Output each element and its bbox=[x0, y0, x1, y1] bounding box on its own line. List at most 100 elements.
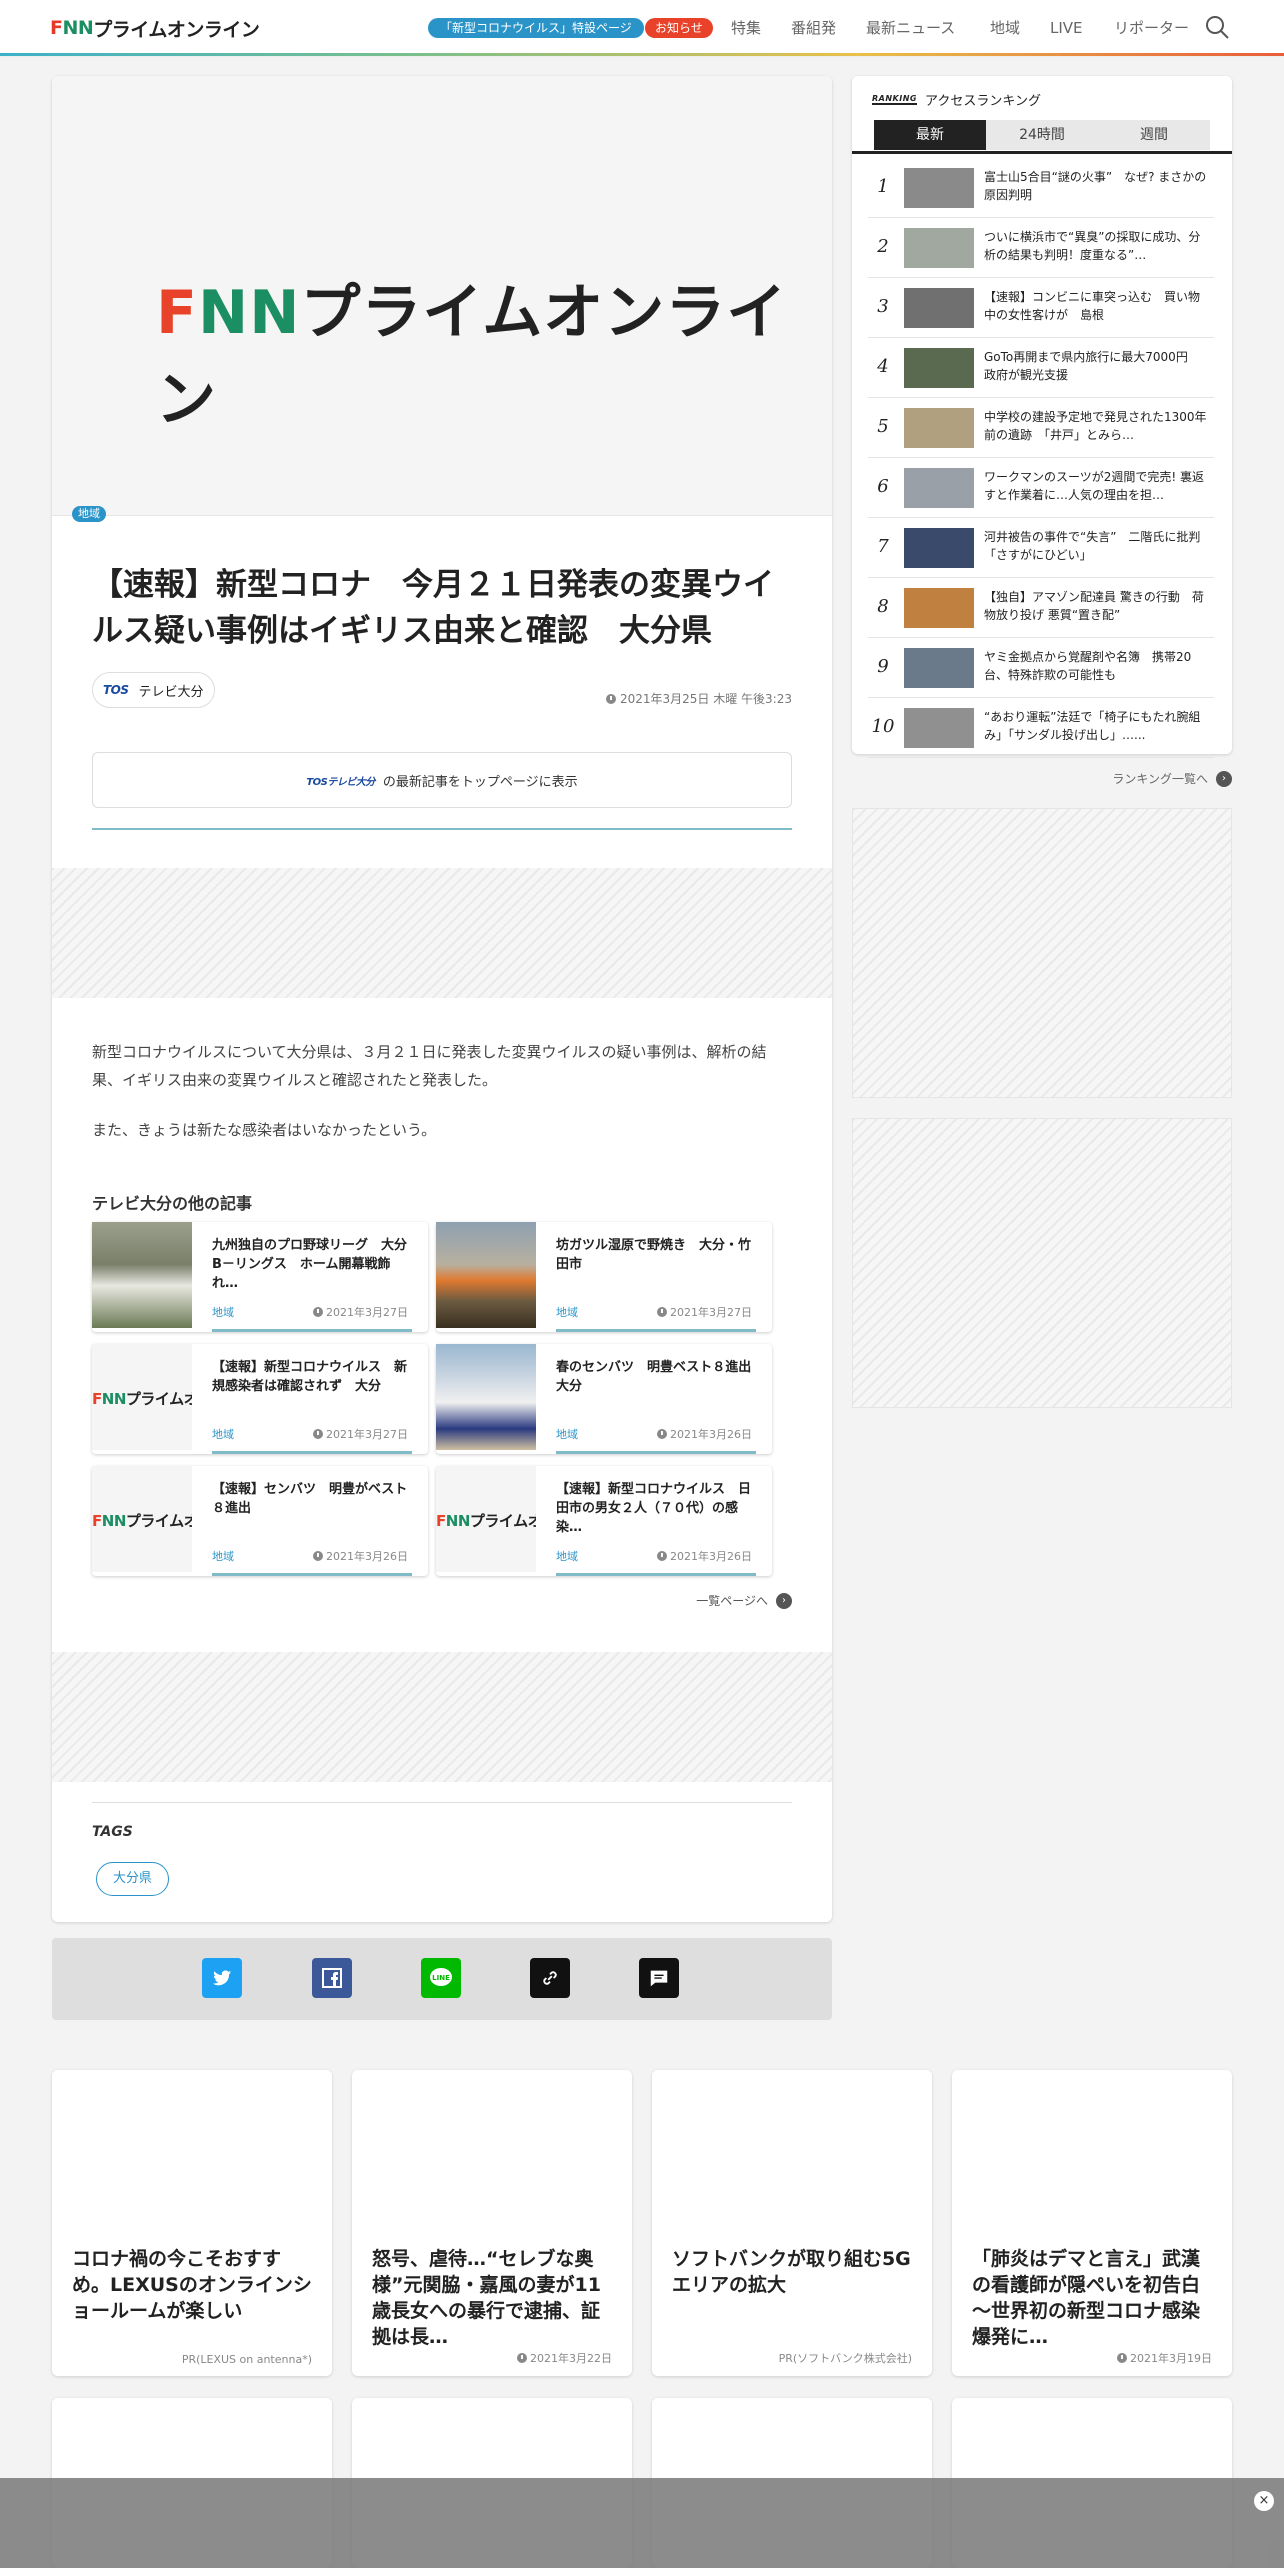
related-title: 【速報】新型コロナウイルス 日田市の男女２人（７０代）の感染… bbox=[556, 1482, 752, 1535]
line-share-button[interactable]: LINE bbox=[421, 1958, 461, 1998]
nav-bangumi[interactable]: 番組発 bbox=[791, 18, 836, 38]
clock-icon bbox=[313, 1307, 323, 1317]
nav-latest-news[interactable]: 最新ニュース bbox=[866, 18, 955, 38]
ad-slot[interactable] bbox=[52, 868, 832, 998]
ranking-title: GoTo再開まで県内旅行に最大7000円 政府が観光支援 bbox=[984, 350, 1200, 382]
recommend-card[interactable]: コロナ禍の今こそおすすめ。LEXUSのオンラインショールームが楽しい PR(LE… bbox=[52, 2070, 332, 2376]
twitter-icon bbox=[212, 1970, 232, 1986]
related-category: 地域 bbox=[556, 1550, 578, 1563]
ranking-item[interactable]: 8 【独自】アマゾン配達員 驚きの行動 荷物放り投げ 悪質“置き配” bbox=[868, 578, 1214, 638]
related-article-card[interactable]: FNNプライムオンライン 【速報】新型コロナウイルス 新規感染者は確認されず 大… bbox=[92, 1344, 428, 1454]
article-body-paragraph: 新型コロナウイルスについて大分県は、３月２１日に発表した変異ウイルスの疑い事例は… bbox=[92, 1043, 767, 1089]
logo-text: プライムオンライン bbox=[93, 18, 260, 41]
recommend-card[interactable]: 怒号、虐待…“セレブな奥様”元関脇・嘉風の妻が11歳長女への暴行で逮捕、証拠は長… bbox=[352, 2070, 632, 2376]
ranking-thumbnail bbox=[904, 468, 974, 508]
ranking-number: 7 bbox=[877, 536, 889, 557]
thumbnail-image bbox=[436, 1222, 536, 1328]
related-article-card[interactable]: 坊ガツル湿原で野焼き 大分・竹田市 地域 2021年3月27日 bbox=[436, 1222, 772, 1332]
fnn-logo: FNNプライムオンライン bbox=[92, 1512, 192, 1530]
clock-icon bbox=[517, 2353, 527, 2363]
ranking-number: 9 bbox=[877, 656, 889, 677]
clock-icon bbox=[657, 1551, 667, 1561]
ad-slot[interactable] bbox=[852, 1118, 1232, 1408]
clock-icon bbox=[657, 1429, 667, 1439]
ranking-item[interactable]: 4 GoTo再開まで県内旅行に最大7000円 政府が観光支援 bbox=[868, 338, 1214, 398]
notice-link[interactable]: お知らせ bbox=[645, 18, 713, 38]
nav-live[interactable]: LIVE bbox=[1050, 18, 1083, 38]
nav-tokushu[interactable]: 特集 bbox=[731, 18, 761, 38]
ranking-item[interactable]: 9 ヤミ金拠点から覚醒剤や名簿 携帯20台、特殊詐欺の可能性も bbox=[868, 638, 1214, 698]
clock-icon bbox=[657, 1307, 667, 1317]
ranking-item[interactable]: 5 中学校の建設予定地で発見された1300年前の遺跡 「井戸」とみら… bbox=[868, 398, 1214, 458]
related-category: 地域 bbox=[556, 1428, 578, 1441]
category-badge[interactable]: 地域 bbox=[72, 506, 106, 522]
facebook-share-button[interactable] bbox=[312, 1958, 352, 1998]
ranking-badge: RANKING bbox=[872, 94, 917, 105]
related-date: 2021年3月27日 bbox=[313, 1304, 408, 1320]
ranking-number: 6 bbox=[877, 476, 889, 497]
follow-logo: TOSテレビ大分 bbox=[306, 776, 375, 788]
hero-image: FNNプライムオンライン bbox=[52, 76, 832, 516]
ranking-number: 4 bbox=[877, 356, 889, 377]
follow-source-button[interactable]: TOSテレビ大分 の最新記事をトップページに表示 bbox=[92, 752, 792, 808]
related-article-card[interactable]: 春のセンバツ 明豊ベスト８進出 大分 地域 2021年3月26日 bbox=[436, 1344, 772, 1454]
tag-pill[interactable]: 大分県 bbox=[96, 1862, 170, 1896]
facebook-icon bbox=[322, 1968, 342, 1988]
ranking-number: 5 bbox=[877, 416, 889, 437]
ranking-heading: アクセスランキング bbox=[924, 94, 1041, 109]
chevron-right-icon: › bbox=[1216, 770, 1232, 787]
recommend-card[interactable]: 「肺炎はデマと言え」武漢の看護師が隠ぺいを初告白 ～世界初の新型コロナ感染爆発に… bbox=[952, 2070, 1232, 2376]
article-card: FNNプライムオンライン 地域 【速報】新型コロナ 今月２１日発表の変異ウイルス… bbox=[52, 76, 832, 1922]
ranking-item[interactable]: 6 ワークマンのスーツが2週間で完売! 裏返すと作業着に…人気の理由を担… bbox=[868, 458, 1214, 518]
twitter-share-button[interactable] bbox=[202, 1958, 242, 1998]
header-accent-line bbox=[0, 53, 1284, 56]
ranking-item[interactable]: 7 河井被告の事件で“失言” 二階氏に批判「さすがにひどい」 bbox=[868, 518, 1214, 578]
related-title: 【速報】センバツ 明豊がベスト８進出 bbox=[212, 1482, 408, 1516]
ranking-thumbnail bbox=[904, 528, 974, 568]
ranking-number: 10 bbox=[871, 716, 895, 737]
related-title: 春のセンバツ 明豊ベスト８進出 大分 bbox=[556, 1360, 765, 1394]
ranking-header: RANKING アクセスランキング bbox=[872, 90, 1041, 109]
chevron-right-icon: › bbox=[776, 1592, 792, 1609]
comment-icon bbox=[650, 1970, 668, 1987]
comment-button[interactable] bbox=[639, 1958, 679, 1998]
fnn-logo: FNNプライムオンライン bbox=[92, 1390, 192, 1408]
list-page-link[interactable]: 一覧ページへ › bbox=[696, 1592, 792, 1609]
ranking-item[interactable]: 1 富士山5合目“謎の火事” なぜ? まさかの原因判明 bbox=[868, 158, 1214, 218]
ranking-item[interactable]: 2 ついに横浜市で“異臭”の採取に成功、分析の結果も判明！度重なる”… bbox=[868, 218, 1214, 278]
clock-icon bbox=[605, 693, 616, 704]
nav-reporter[interactable]: リポーター bbox=[1114, 18, 1189, 38]
site-logo[interactable]: F N N プライムオンライン bbox=[50, 17, 260, 41]
logo-n2: N bbox=[77, 17, 94, 39]
search-icon[interactable] bbox=[1204, 14, 1230, 40]
nav-region[interactable]: 地域 bbox=[990, 18, 1020, 38]
tos-logo: TOS bbox=[103, 683, 129, 697]
tab-latest[interactable]: 最新 bbox=[874, 120, 986, 150]
related-category: 地域 bbox=[212, 1550, 234, 1563]
tab-weekly[interactable]: 週間 bbox=[1098, 120, 1210, 150]
card-accent bbox=[556, 1329, 756, 1332]
recommend-card[interactable]: ソフトバンクが取り組む5Gエリアの拡大 PR(ソフトバンク株式会社) bbox=[652, 2070, 932, 2376]
source-chip[interactable]: TOS テレビ大分 bbox=[92, 672, 215, 708]
logo-f: F bbox=[50, 17, 63, 39]
related-article-card[interactable]: 九州独自のプロ野球リーグ 大分B－リングス ホーム開幕戦飾れ… 地域 2021年… bbox=[92, 1222, 428, 1332]
ad-slot[interactable] bbox=[852, 808, 1232, 1098]
ranking-list-link[interactable]: ランキング一覧へ › bbox=[1112, 770, 1232, 787]
clock-icon bbox=[313, 1551, 323, 1561]
thumbnail-image: FNNプライムオンライン bbox=[436, 1466, 536, 1572]
ad-slot[interactable] bbox=[52, 1652, 832, 1782]
related-article-card[interactable]: FNNプライムオンライン 【速報】センバツ 明豊がベスト８進出 地域 2021年… bbox=[92, 1466, 428, 1576]
ranking-title: ヤミ金拠点から覚醒剤や名簿 携帯20台、特殊詐欺の可能性も bbox=[984, 650, 1192, 682]
access-ranking-panel: RANKING アクセスランキング 最新 24時間 週間 1 富士山5合目“謎の火… bbox=[852, 76, 1232, 758]
copy-link-button[interactable] bbox=[530, 1958, 570, 1998]
recommend-date: 2021年3月22日 bbox=[517, 2350, 612, 2366]
ranking-title: 中学校の建設予定地で発見された1300年前の遺跡 「井戸」とみら… bbox=[984, 410, 1207, 442]
related-article-card[interactable]: FNNプライムオンライン 【速報】新型コロナウイルス 日田市の男女２人（７０代）… bbox=[436, 1466, 772, 1576]
close-icon[interactable]: × bbox=[1254, 2491, 1274, 2511]
tab-24h[interactable]: 24時間 bbox=[986, 120, 1098, 150]
related-date: 2021年3月26日 bbox=[657, 1426, 752, 1442]
ranking-title: ついに横浜市で“異臭”の採取に成功、分析の結果も判明！度重なる”… bbox=[984, 230, 1201, 262]
corona-special-link[interactable]: 「新型コロナウイルス」特設ページ bbox=[428, 18, 644, 38]
ranking-item[interactable]: 10 “あおり運転”法廷で「椅子にもたれ腕組み」「サンダル投げ出し」…... bbox=[868, 698, 1214, 758]
ranking-item[interactable]: 3 【速報】コンビニに車突っ込む 買い物中の女性客けが 島根 bbox=[868, 278, 1214, 338]
